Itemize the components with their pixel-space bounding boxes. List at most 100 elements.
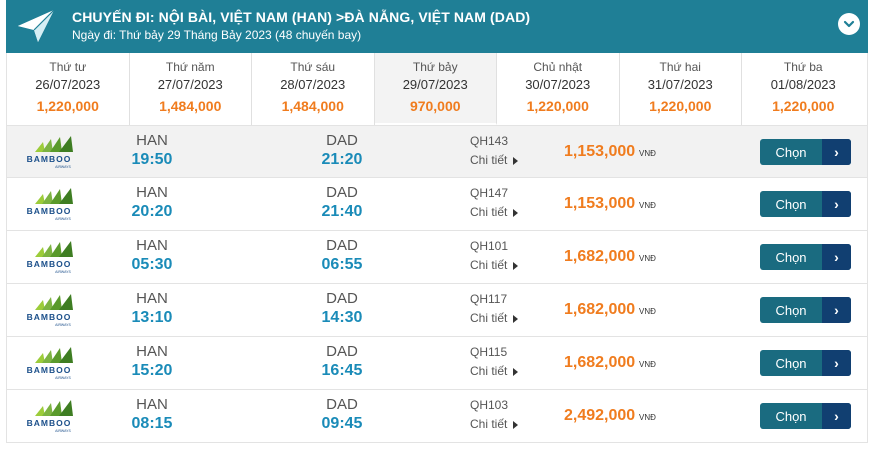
detail-label: Chi tiết: [470, 364, 508, 378]
departure-airport: HAN: [136, 343, 168, 360]
flight-row: BAMBOO AIRWAYS HAN 19:50 DAD 21:20 QH143 Chi ti…: [6, 125, 868, 178]
date-weekday: Thứ năm: [165, 60, 215, 74]
date-lowest-price: 1,220,000: [36, 98, 99, 114]
date-weekday: Thứ hai: [659, 60, 701, 74]
select-flight-button[interactable]: Chọn ›: [760, 244, 851, 270]
collapse-toggle-button[interactable]: [838, 13, 860, 35]
date-value: 01/08/2023: [770, 77, 836, 92]
chevron-right-icon: ›: [822, 244, 851, 270]
arrival-time: 16:45: [321, 362, 363, 379]
date-option[interactable]: Thứ ba 01/08/2023 1,220,000: [742, 53, 865, 125]
flight-detail-link[interactable]: Chi tiết: [470, 205, 519, 219]
airline-sub: AIRWAYS: [55, 165, 71, 169]
airline-name: BAMBOO: [27, 418, 72, 428]
flight-detail-link[interactable]: Chi tiết: [470, 153, 519, 167]
flight-number: QH147: [470, 186, 509, 200]
fare-price: 1,153,000: [564, 195, 636, 212]
flight-detail-link[interactable]: Chi tiết: [470, 258, 519, 272]
bamboo-airways-logo: BAMBOOAIRWAYS: [27, 188, 73, 221]
arrival-time: 09:45: [321, 415, 363, 432]
date-option[interactable]: Thứ bảy 29/07/2023 970,000: [374, 53, 497, 125]
select-flight-button[interactable]: Chọn ›: [760, 191, 851, 217]
arrival-airport: DAD: [326, 290, 358, 307]
select-flight-button[interactable]: Chọn ›: [760, 297, 851, 323]
departure-time: 19:50: [131, 151, 173, 168]
date-lowest-price: 1,220,000: [772, 98, 835, 114]
select-flight-button[interactable]: Chọn ›: [760, 350, 851, 376]
flight-detail-link[interactable]: Chi tiết: [470, 311, 519, 325]
flight-number: QH117: [470, 292, 508, 306]
date-option[interactable]: Thứ hai 31/07/2023 1,220,000: [620, 53, 742, 125]
flight-list: BAMBOO AIRWAYS HAN 19:50 DAD 21:20 QH143 Chi ti…: [6, 125, 868, 443]
currency-label: VNĐ: [639, 254, 656, 263]
select-button-label: Chọn: [775, 196, 807, 212]
arrival-time: 06:55: [321, 256, 363, 273]
date-option[interactable]: Thứ năm 27/07/2023 1,484,000: [130, 53, 252, 125]
departure-airport: HAN: [136, 184, 168, 201]
departure-airport: HAN: [136, 290, 168, 307]
fare-price: 1,153,000: [564, 143, 636, 160]
caret-right-icon: [513, 314, 519, 323]
bamboo-airways-logo: BAMBOOAIRWAYS: [27, 241, 73, 274]
date-value: 26/07/2023: [35, 77, 101, 92]
date-value: 30/07/2023: [525, 77, 591, 92]
flight-detail-link[interactable]: Chi tiết: [470, 364, 519, 378]
date-weekday: Chủ nhật: [533, 60, 583, 74]
arrival-airport: DAD: [326, 132, 358, 149]
date-lowest-price: 1,220,000: [649, 98, 712, 114]
currency-label: VNĐ: [639, 360, 656, 369]
date-value: 28/07/2023: [280, 77, 346, 92]
departure-time: 08:15: [131, 415, 173, 432]
date-lowest-price: 1,220,000: [526, 98, 589, 114]
date-value: 27/07/2023: [157, 77, 223, 92]
arrival-airport: DAD: [326, 237, 358, 254]
fare-price: 2,492,000: [564, 407, 636, 424]
flight-row: BAMBOO AIRWAYS HAN 13:10 DAD 14:30 QH117 Chi ti…: [6, 284, 868, 337]
select-button-label: Chọn: [775, 355, 807, 371]
detail-label: Chi tiết: [470, 258, 508, 272]
route-header: CHUYẾN ĐI: NỘI BÀI, VIỆT NAM (HAN) >ĐÀ N…: [6, 0, 868, 53]
date-weekday: Thứ tư: [49, 60, 87, 74]
date-weekday: Thứ bảy: [412, 60, 458, 74]
arrival-airport: DAD: [326, 396, 358, 413]
fare-price: 1,682,000: [564, 301, 636, 318]
bamboo-airways-logo: BAMBOOAIRWAYS: [27, 400, 73, 433]
date-lowest-price: 1,484,000: [159, 98, 222, 114]
currency-label: VNĐ: [639, 201, 656, 210]
arrival-airport: DAD: [326, 343, 358, 360]
date-option[interactable]: Thứ sáu 28/07/2023 1,484,000: [252, 53, 375, 125]
caret-right-icon: [513, 367, 519, 376]
arrival-airport: DAD: [326, 184, 358, 201]
airline-name: BAMBOO: [27, 259, 72, 269]
chevron-right-icon: ›: [822, 191, 851, 217]
flight-number: QH143: [470, 134, 509, 148]
date-lowest-price: 1,484,000: [281, 98, 344, 114]
flight-detail-link[interactable]: Chi tiết: [470, 417, 519, 431]
caret-right-icon: [513, 208, 519, 217]
select-button-label: Chọn: [775, 144, 807, 160]
date-option[interactable]: Chủ nhật 30/07/2023 1,220,000: [497, 53, 620, 125]
select-flight-button[interactable]: Chọn ›: [760, 403, 851, 429]
select-button-label: Chọn: [775, 408, 807, 424]
departure-time: 15:20: [131, 362, 173, 379]
bamboo-airways-logo: BAMBOOAIRWAYS: [27, 347, 73, 380]
date-value: 31/07/2023: [647, 77, 713, 92]
select-button-label: Chọn: [775, 249, 807, 265]
paper-plane-icon: [18, 9, 55, 42]
date-lowest-price: 970,000: [409, 98, 461, 114]
flight-row: BAMBOO AIRWAYS HAN 15:20 DAD 16:45 QH115 Chi ti…: [6, 337, 868, 390]
detail-label: Chi tiết: [470, 311, 508, 325]
flight-results-panel: CHUYẾN ĐI: NỘI BÀI, VIỆT NAM (HAN) >ĐÀ N…: [6, 0, 868, 446]
date-option[interactable]: Thứ tư 26/07/2023 1,220,000: [7, 53, 130, 125]
detail-label: Chi tiết: [470, 205, 508, 219]
departure-airport: HAN: [136, 396, 168, 413]
chevron-right-icon: ›: [822, 350, 851, 376]
chevron-down-icon: [843, 20, 855, 28]
airline-name: BAMBOO: [27, 312, 72, 322]
date-selector: Thứ tư 26/07/2023 1,220,000 Thứ năm 27/07/20…: [6, 53, 868, 125]
bamboo-airways-logo: BAMBOOAIRWAYS: [27, 294, 73, 327]
arrival-time: 21:40: [321, 203, 363, 220]
select-flight-button[interactable]: Chọn ›: [760, 139, 851, 165]
flight-row: BAMBOO AIRWAYS HAN 20:20 DAD 21:40 QH147 Chi ti…: [6, 178, 868, 231]
airline-name: BAMBOO: [27, 206, 72, 216]
